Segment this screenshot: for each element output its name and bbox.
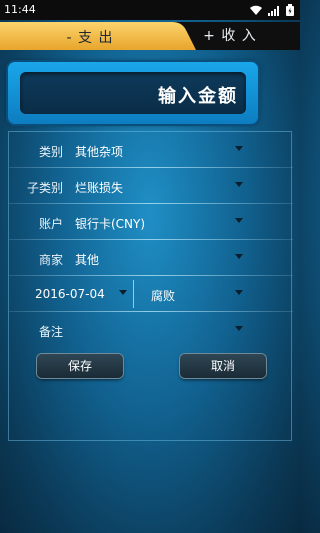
wifi-icon xyxy=(250,5,262,15)
category-label: 类别 xyxy=(38,145,63,159)
account-row[interactable]: 账户 银行卡(CNY) xyxy=(9,204,293,240)
merchant-row[interactable]: 商家 其他 xyxy=(9,240,293,276)
tab-income[interactable]: + 收 入 xyxy=(195,22,265,50)
chevron-down-icon xyxy=(235,218,243,223)
vertical-divider xyxy=(133,280,134,308)
subcategory-label: 子类别 xyxy=(26,181,63,195)
amount-input[interactable]: 输入金额 xyxy=(20,72,246,114)
subcategory-value: 烂账损失 xyxy=(75,181,124,195)
account-value: 银行卡(CNY) xyxy=(75,217,146,231)
status-time: 11:44 xyxy=(4,3,36,16)
amount-field[interactable]: 输入金额 xyxy=(8,62,258,124)
amount-placeholder: 输入金额 xyxy=(158,86,238,107)
tab-expense[interactable]: - 支 出 xyxy=(0,22,200,50)
subcategory-row[interactable]: 子类别 烂账损失 xyxy=(9,168,293,204)
signal-icon xyxy=(268,5,279,16)
note-row[interactable]: 备注 xyxy=(9,312,293,348)
reason-value: 腐败 xyxy=(151,289,176,303)
chevron-down-icon xyxy=(235,254,243,259)
form-panel: 类别 其他杂项 子类别 烂账损失 账户 银行卡(CNY) 商家 其他 2016-… xyxy=(8,131,293,441)
battery-icon xyxy=(286,4,294,16)
cancel-button[interactable]: 取消 xyxy=(180,354,266,378)
chevron-down-icon xyxy=(235,290,243,295)
tab-expense-label: - 支 出 xyxy=(66,30,114,46)
category-row[interactable]: 类别 其他杂项 xyxy=(9,132,293,168)
reason-selector[interactable]: 腐败 xyxy=(139,276,293,312)
note-label: 备注 xyxy=(38,325,63,339)
category-value: 其他杂项 xyxy=(75,145,124,159)
status-bar: 11:44 xyxy=(0,0,300,20)
merchant-label: 商家 xyxy=(38,253,63,267)
type-tabs: - 支 出 + 收 入 xyxy=(0,22,300,50)
chevron-down-icon xyxy=(235,326,243,331)
merchant-value: 其他 xyxy=(75,253,100,267)
chevron-down-icon xyxy=(235,146,243,151)
date-reason-row: 2016-07-04 腐败 xyxy=(9,276,293,312)
account-label: 账户 xyxy=(38,217,63,231)
chevron-down-icon xyxy=(235,182,243,187)
date-selector[interactable]: 2016-07-04 xyxy=(9,276,133,312)
save-button[interactable]: 保存 xyxy=(37,354,123,378)
chevron-down-icon xyxy=(119,290,127,295)
status-icons xyxy=(249,0,294,20)
date-value: 2016-07-04 xyxy=(35,287,105,301)
